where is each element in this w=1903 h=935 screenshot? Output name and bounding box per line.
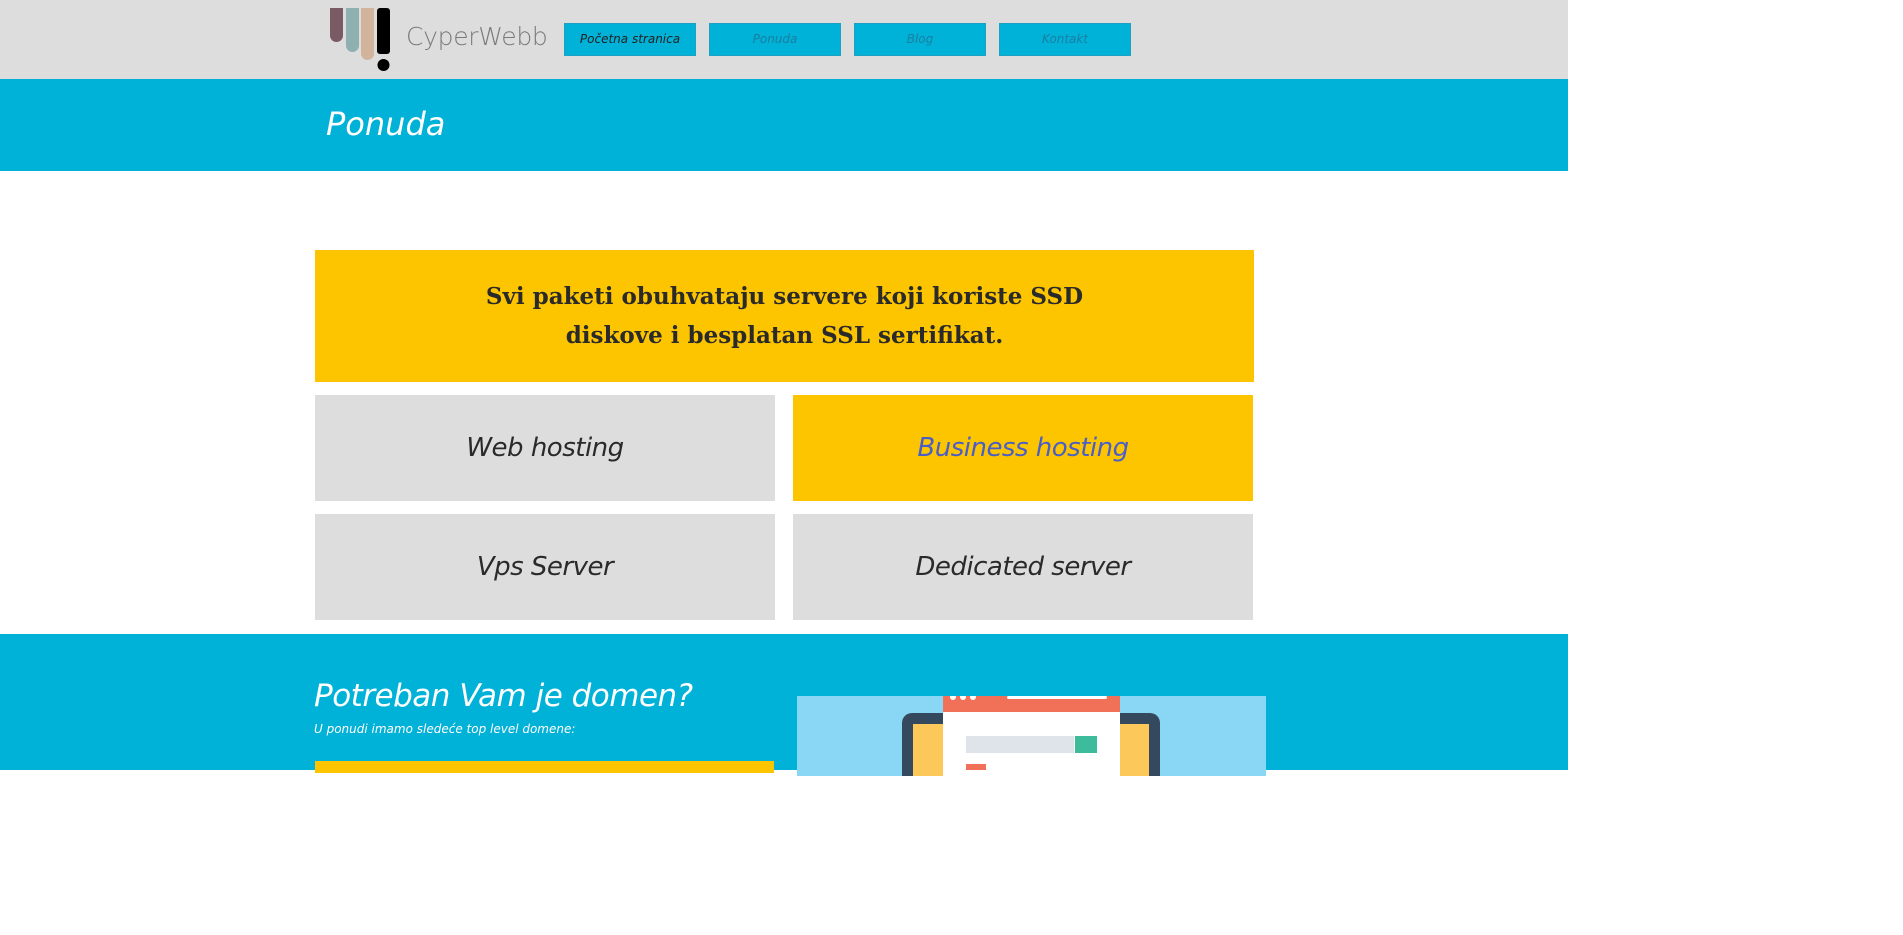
nav-kontakt[interactable]: Kontakt [999,23,1131,56]
domain-subtitle: U ponudi imamo sledeće top level domene: [314,722,576,736]
package-dedicated-server[interactable]: Dedicated server [793,514,1253,620]
package-label: Vps Server [476,552,614,582]
notice-text: Svi paketi obuhvataju servere koji koris… [485,283,1084,349]
page-title: Ponuda [326,105,446,143]
nav-home[interactable]: Početna stranica [564,23,696,56]
domain-list-box [315,761,774,773]
package-label: Business hosting [917,433,1129,463]
package-label: Web hosting [466,433,624,463]
logo-icon[interactable] [328,6,392,72]
nav-blog[interactable]: Blog [854,23,986,56]
domain-section: Potreban Vam je domen? U ponudi imamo sl… [0,634,1568,776]
brand-name[interactable]: CyperWebb [406,22,548,51]
browser-window-icon [797,696,1266,776]
ssl-notice: Svi paketi obuhvataju servere koji koris… [315,250,1254,382]
site-header: CyperWebb Početna stranica Ponuda Blog K… [0,0,1568,79]
title-band: Ponuda [0,79,1568,171]
package-business-hosting[interactable]: Business hosting [793,395,1253,501]
package-vps-server[interactable]: Vps Server [315,514,775,620]
package-label: Dedicated server [915,552,1131,582]
nav-ponuda[interactable]: Ponuda [709,23,841,56]
domain-title: Potreban Vam je domen? [314,678,693,714]
package-web-hosting[interactable]: Web hosting [315,395,775,501]
